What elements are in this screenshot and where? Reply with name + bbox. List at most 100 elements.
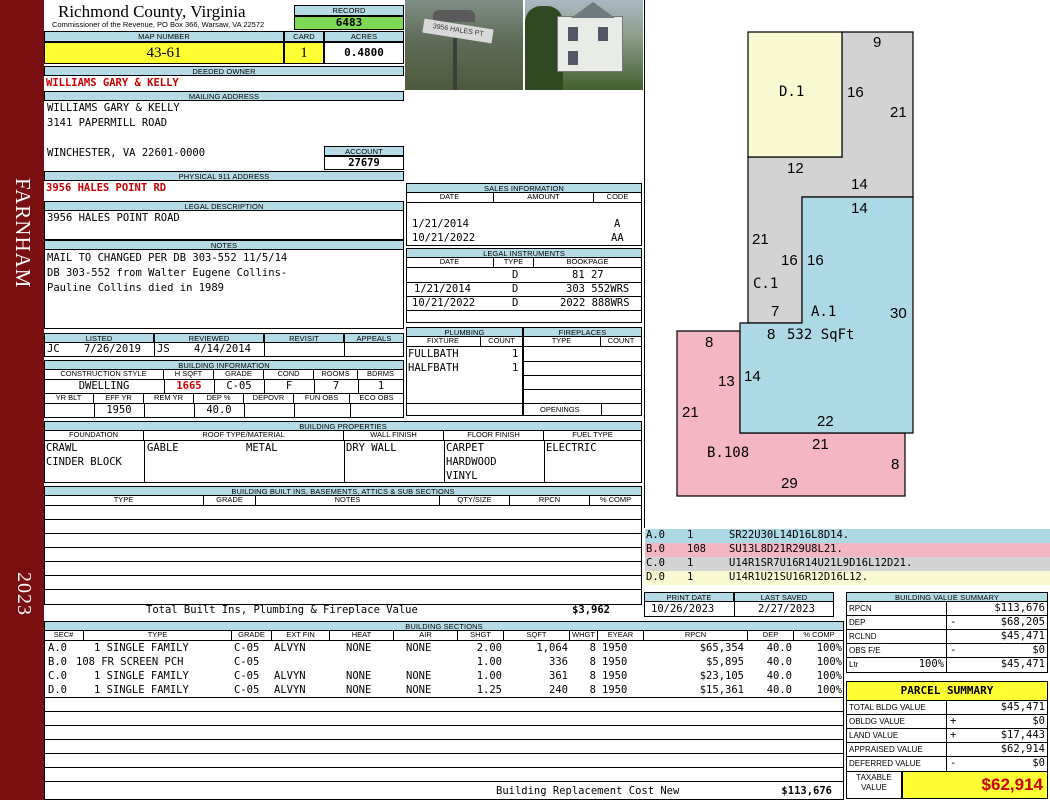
mailing-line-1: WILLIAMS GARY & KELLY (47, 102, 180, 114)
house-icon (557, 16, 623, 72)
commissioner-line: Commissioner of the Revenue, PO Box 366,… (52, 20, 265, 29)
vs-value: $68,205 (1000, 616, 1045, 628)
sales-col-amount: AMOUNT (494, 192, 594, 203)
sales-code-1: A (614, 218, 621, 230)
bs-col: % COMP (794, 630, 844, 641)
vs-label: Ltr (849, 660, 859, 669)
bs-cell: ALVYN (274, 670, 306, 682)
dim: 16 (807, 252, 824, 269)
bs-cell: 1.25 (476, 684, 502, 696)
li-date-2: 1/21/2014 (414, 283, 471, 295)
note-line-2: DB 303-552 from Walter Eugene Collins- (47, 267, 288, 279)
bb-col-qty: QTY/SIZE (440, 495, 510, 506)
bi-col-construction: CONSTRUCTION STYLE (44, 369, 164, 380)
bs-cell: $5,895 (706, 656, 744, 668)
bs-cell: C-05 (234, 684, 260, 696)
vs-value: $0 (1032, 644, 1045, 656)
bi-col-rooms: ROOMS (314, 369, 358, 380)
vs-label: DEP (849, 618, 866, 627)
dim: 14 (744, 368, 761, 385)
card-header: CARD (284, 31, 324, 42)
property-photo-house[interactable] (525, 0, 643, 90)
bp-col-roof: ROOF TYPE/MATERIAL (144, 430, 344, 441)
builtins-total-value: $3,962 (572, 604, 610, 616)
plumbing-col-count: COUNT (481, 336, 523, 347)
bs-cell: NONE (346, 642, 372, 654)
li-book-3: 2022 888WRS (560, 297, 630, 309)
bs-cell: C-05 (234, 642, 260, 654)
parcel-summary-title: PARCEL SUMMARY (846, 681, 1048, 701)
bs-cell: D.0 (48, 684, 67, 696)
bs-cell: 40.0 (766, 656, 792, 668)
county-title: Richmond County, Virginia (58, 2, 246, 21)
bi-col-yrblt: YR BLT (44, 393, 94, 404)
bi-cond: F (285, 380, 293, 392)
li-date-3: 10/21/2022 (412, 297, 476, 309)
bs-cell: 336 (549, 656, 568, 668)
bi-col-grade: GRADE (214, 369, 264, 380)
dim: 8 (891, 456, 900, 473)
ps-label: DEFERRED VALUE (849, 759, 921, 768)
bs-cell: $15,361 (699, 684, 744, 696)
bs-cell: A.0 (48, 642, 67, 654)
property-photo-sign[interactable]: 3956 HALES PT (405, 0, 523, 90)
bs-cell: 100% (816, 642, 842, 654)
dim: 7 (771, 303, 780, 320)
bs-col: EYEAR (598, 630, 644, 641)
bs-cell: 1950 (602, 656, 628, 668)
bs-cell: 1 SINGLE FAMILY (94, 684, 189, 696)
dim: 13 (718, 373, 735, 390)
bs-cell: 240 (549, 684, 568, 696)
deeded-owner-header: DEEDED OWNER (44, 66, 404, 76)
mailing-address-header: MAILING ADDRESS (44, 91, 404, 101)
bi-dep: 40.0 (206, 404, 232, 416)
vs-value: $113,676 (994, 602, 1045, 614)
bs-cell: 108 FR SCREEN PCH (76, 656, 184, 668)
bp-floor-3: VINYL (446, 470, 478, 482)
taxable-label-1: TAXABLE (856, 773, 892, 782)
dim: 9 (873, 34, 882, 51)
sales-col-code: CODE (594, 192, 642, 203)
li-book-1: 81 27 (572, 269, 604, 281)
bs-cell: 1,064 (536, 642, 568, 654)
plumbing-col-fixture: FIXTURE (406, 336, 481, 347)
bp-col-foundation: FOUNDATION (44, 430, 144, 441)
fireplace-col-count: COUNT (601, 336, 642, 347)
dim: 21 (812, 436, 829, 453)
ps-value: $0 (1032, 715, 1045, 727)
bs-cell: NONE (406, 684, 432, 696)
bp-col-fuel: FUEL TYPE (544, 430, 642, 441)
bs-cell: 40.0 (766, 642, 792, 654)
dim: 22 (817, 413, 834, 430)
deeded-owner: WILLIAMS GARY & KELLY (46, 77, 179, 89)
replacement-cost-value: $113,676 (781, 785, 832, 797)
bi-col-remyr: REM YR (144, 393, 194, 404)
last-saved: 2/27/2023 (758, 603, 815, 615)
bs-cell: C-05 (234, 656, 260, 668)
sidebar: FARNHAM 2023 (0, 0, 44, 800)
bs-cell: 361 (549, 670, 568, 682)
district-label: FARNHAM (11, 178, 35, 289)
ps-value: $0 (1032, 757, 1045, 769)
bp-floor-2: HARDWOOD (446, 456, 497, 468)
bb-col-notes: NOTES (256, 495, 440, 506)
bi-col-cond: COND (264, 369, 314, 380)
ps-label: OBLDG VALUE (849, 717, 905, 726)
bs-col: SEC# (44, 630, 84, 641)
bp-floor-1: CARPET (446, 442, 484, 454)
bs-cell: NONE (346, 670, 372, 682)
vs-label: RCLND (849, 632, 877, 641)
bi-col-depovr: DEPOVR (244, 393, 294, 404)
vs-value: $45,471 (1000, 658, 1045, 670)
dim: 21 (890, 104, 907, 121)
note-line-1: MAIL TO CHANGED PER DB 303-552 11/5/14 (47, 252, 288, 264)
building-sketch[interactable]: D.1 C.1 A.1 532 SqFt B.108 9 16 21 12 14… (644, 0, 1050, 528)
vs-value: $45,471 (1000, 630, 1045, 642)
ps-label: LAND VALUE (849, 731, 899, 740)
bs-cell: NONE (406, 642, 432, 654)
card-value: 1 (284, 42, 324, 64)
bi-grade: C-05 (226, 380, 252, 392)
bi-col-funobs: FUN OBS (294, 393, 350, 404)
bp-fuel: ELECTRIC (546, 442, 597, 454)
vs-label: OBS F/E (849, 646, 881, 655)
